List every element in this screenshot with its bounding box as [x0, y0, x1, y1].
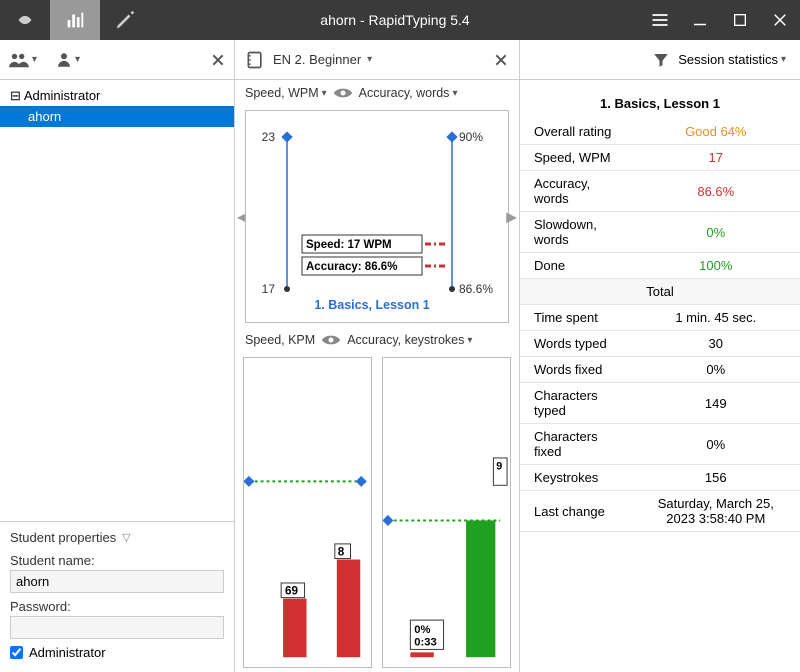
eye-icon[interactable]: [333, 87, 353, 99]
window-title: ahorn - RapidTyping 5.4: [150, 12, 640, 28]
user-tree[interactable]: ⊟ Administrator ahorn: [0, 80, 234, 521]
left-panel: ▾ ▾ ⊟ Administrator ahorn Student proper…: [0, 40, 235, 672]
svg-text:0%: 0%: [414, 624, 430, 636]
password-label: Password:: [10, 599, 224, 614]
stats-row: Last changeSaturday, March 25, 2023 3:58…: [520, 491, 800, 532]
eye-icon[interactable]: [321, 334, 341, 346]
chart-area: Speed, WPM Accuracy, words ◀ 23 17: [235, 80, 519, 672]
tree-group-label: Administrator: [24, 88, 101, 103]
student-properties-panel: Student properties ▽ Student name: Passw…: [0, 521, 234, 672]
student-name-input[interactable]: [10, 570, 224, 593]
chart1-header: Speed, WPM Accuracy, words: [241, 80, 513, 106]
user-icon[interactable]: ▾: [55, 51, 80, 69]
main-content: ▾ ▾ ⊟ Administrator ahorn Student proper…: [0, 40, 800, 672]
left-toolbar: ▾ ▾: [0, 40, 234, 80]
admin-checkbox-row[interactable]: Administrator: [10, 645, 224, 660]
titlebar-tabs: [0, 0, 150, 40]
course-book-icon[interactable]: [245, 50, 265, 70]
maximize-button[interactable]: [720, 0, 760, 40]
svg-text:1. Basics, Lesson 1: 1. Basics, Lesson 1: [314, 298, 429, 312]
chart2-header: Speed, KPM Accuracy, keystrokes: [241, 327, 513, 353]
admin-checkbox-label: Administrator: [29, 645, 106, 660]
collapse-toggle-icon[interactable]: ▽: [122, 531, 130, 544]
title-bar: ahorn - RapidTyping 5.4: [0, 0, 800, 40]
stats-row: Overall ratingGood 64%: [520, 119, 800, 145]
chart1-right-metric[interactable]: Accuracy, words: [359, 86, 458, 100]
stats-row: Words fixed0%: [520, 357, 800, 383]
chart-next-icon[interactable]: ▶: [506, 208, 517, 225]
chart1[interactable]: 23 17 90% 86.6% Speed: 17 WPM Accuracy: …: [245, 110, 509, 323]
total-header: Total: [520, 279, 800, 305]
stats-row: Accuracy, words86.6%: [520, 171, 800, 212]
clear-course-icon[interactable]: [493, 52, 509, 68]
student-props-title: Student properties ▽: [10, 530, 224, 545]
svg-text:9: 9: [496, 461, 502, 473]
chart1-y1-bot: 17: [262, 282, 276, 296]
right-panel: Session statistics 1. Basics, Lesson 1 O…: [520, 40, 800, 672]
minimize-button[interactable]: [680, 0, 720, 40]
svg-text:8: 8: [338, 546, 345, 559]
stats-title: 1. Basics, Lesson 1: [520, 88, 800, 119]
stats-row: Slowdown, words0%: [520, 212, 800, 253]
tree-item-label: ahorn: [28, 109, 61, 124]
svg-text:90%: 90%: [459, 130, 483, 144]
tree-group[interactable]: ⊟ Administrator: [0, 86, 234, 106]
tree-item-user[interactable]: ahorn: [0, 106, 234, 127]
stats-row: Characters fixed0%: [520, 424, 800, 465]
tab-home-icon[interactable]: [0, 0, 50, 40]
stats-table: 1. Basics, Lesson 1 Overall ratingGood 6…: [520, 80, 800, 540]
tab-stats-icon[interactable]: [50, 0, 100, 40]
svg-text:86.6%: 86.6%: [459, 282, 493, 296]
admin-checkbox[interactable]: [10, 646, 23, 659]
stats-row: Time spent1 min. 45 sec.: [520, 305, 800, 331]
chart3[interactable]: 9 0% 0:33: [382, 357, 511, 668]
stats-row: Speed, WPM17: [520, 145, 800, 171]
middle-toolbar: EN 2. Beginner: [235, 40, 519, 80]
svg-text:0:33: 0:33: [414, 637, 436, 649]
chart1-y1-top: 23: [262, 130, 276, 144]
svg-text:Accuracy: 86.6%: Accuracy: 86.6%: [306, 261, 397, 273]
funnel-icon[interactable]: [652, 51, 670, 69]
chart2[interactable]: 69 8: [243, 357, 372, 668]
stats-row: Keystrokes156: [520, 465, 800, 491]
right-toolbar: Session statistics: [520, 40, 800, 80]
password-input[interactable]: [10, 616, 224, 639]
course-selector[interactable]: EN 2. Beginner: [273, 52, 485, 67]
users-icon[interactable]: ▾: [8, 51, 37, 69]
clear-users-icon[interactable]: [210, 52, 226, 68]
svg-text:69: 69: [285, 585, 299, 598]
chart2-left-metric[interactable]: Speed, KPM: [245, 333, 315, 347]
close-button[interactable]: [760, 0, 800, 40]
small-charts-row: 69 8 9 0%: [241, 353, 513, 672]
collapse-icon[interactable]: ⊟: [10, 88, 21, 103]
chart1-left-metric[interactable]: Speed, WPM: [245, 86, 327, 100]
chart2-right-metric[interactable]: Accuracy, keystrokes: [347, 333, 472, 347]
stats-row: Words typed30: [520, 331, 800, 357]
hamburger-icon[interactable]: [640, 0, 680, 40]
svg-text:Speed: 17 WPM: Speed: 17 WPM: [306, 239, 392, 251]
stats-row: Characters typed149: [520, 383, 800, 424]
tab-editor-icon[interactable]: [100, 0, 150, 40]
middle-panel: EN 2. Beginner Speed, WPM Accuracy, word…: [235, 40, 520, 672]
student-name-label: Student name:: [10, 553, 224, 568]
session-stats-dropdown[interactable]: Session statistics: [678, 52, 786, 67]
stats-row: Done100%: [520, 253, 800, 279]
